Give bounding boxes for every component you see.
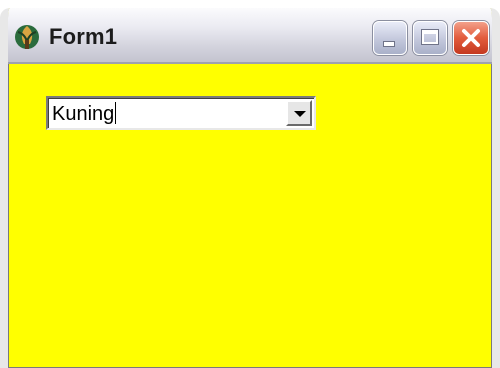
- form-window: Form1 Kuning: [0, 8, 500, 368]
- minimize-button[interactable]: [373, 21, 407, 55]
- app-icon: [15, 25, 39, 49]
- chevron-down-icon: [294, 111, 306, 117]
- minimize-icon: [384, 42, 394, 46]
- combobox-value: Kuning: [52, 103, 115, 125]
- maximize-button[interactable]: [413, 21, 447, 55]
- window-title: Form1: [49, 24, 118, 49]
- color-combobox[interactable]: Kuning: [46, 96, 316, 130]
- combobox-dropdown-button[interactable]: [286, 100, 312, 126]
- close-icon: [462, 29, 480, 47]
- close-button[interactable]: [453, 21, 489, 55]
- title-bar[interactable]: Form1: [8, 8, 492, 64]
- text-caret: [115, 102, 117, 124]
- maximize-icon: [422, 30, 438, 44]
- combobox-text[interactable]: Kuning: [52, 102, 117, 126]
